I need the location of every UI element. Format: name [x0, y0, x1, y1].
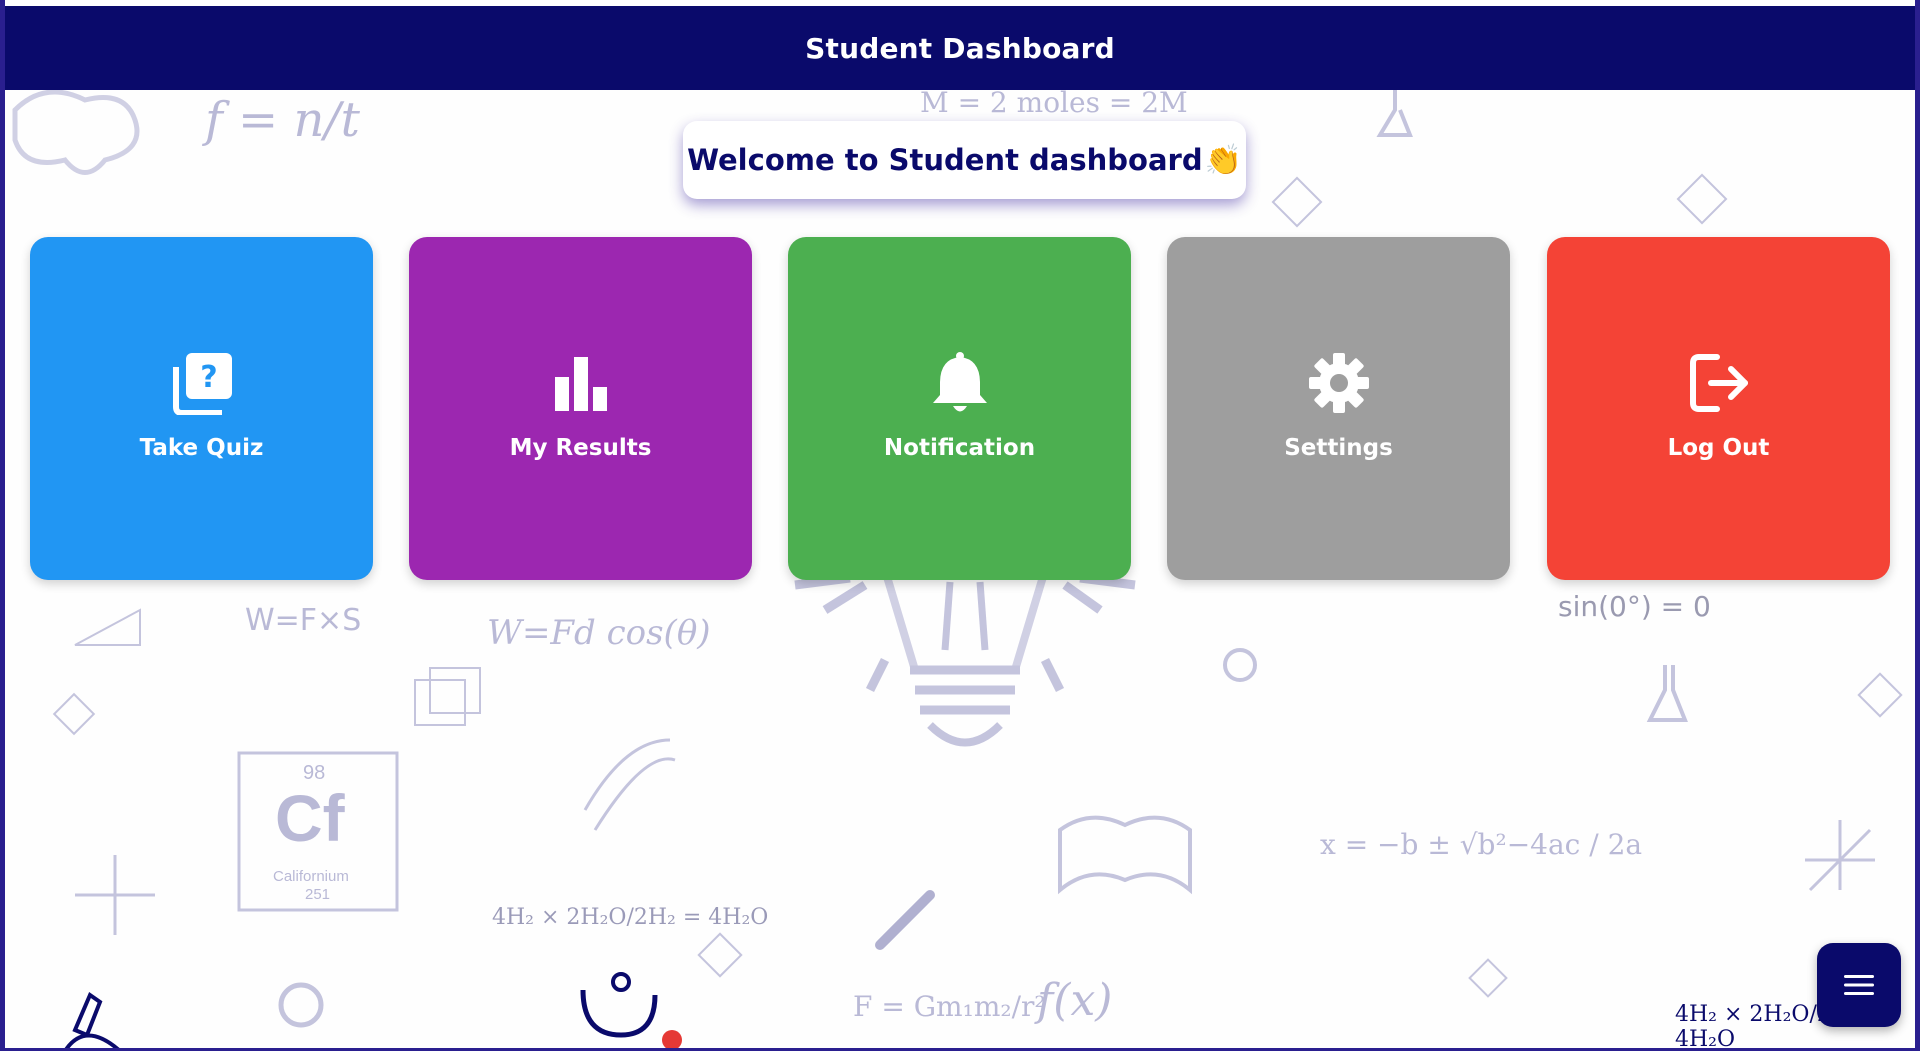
welcome-text: Welcome to Student dashboard: [687, 143, 1203, 177]
page-title: Student Dashboard: [805, 31, 1115, 65]
my-results-label: My Results: [509, 434, 652, 461]
app-frame: f = n/t M = 2 moles = 2M W=F×S W=Fd cos(…: [0, 0, 1920, 1051]
bell-icon: [928, 351, 992, 415]
element-symbol: Cf: [275, 781, 345, 855]
log-out-tile[interactable]: Log Out: [1547, 237, 1890, 580]
element-mass: 251: [305, 886, 331, 903]
bar-chart-icon: [549, 351, 613, 415]
formula-gravity: F = Gm₁m₂/r²: [853, 990, 1046, 1023]
log-out-label: Log Out: [1667, 434, 1770, 461]
formula-work-cos: W=Fd cos(θ): [487, 613, 711, 653]
logout-icon: [1687, 351, 1751, 415]
clapping-hands-icon: 👏: [1204, 142, 1242, 178]
formula-moles: M = 2 moles = 2M: [920, 86, 1188, 119]
element-name: Californium: [273, 868, 349, 885]
quiz-icon: ?: [170, 351, 234, 415]
gear-icon: [1307, 351, 1371, 415]
element-number: 98: [303, 762, 326, 784]
my-results-tile[interactable]: My Results: [409, 237, 752, 580]
formula-water: 4H₂ × 2H₂O/2H₂ = 4H₂O: [492, 905, 769, 930]
top-header: Student Dashboard: [5, 6, 1915, 90]
menu-button[interactable]: [1817, 943, 1901, 1027]
formula-fx: f(x): [1037, 975, 1113, 1026]
formula-f-n-t: f = n/t: [205, 92, 360, 148]
settings-tile[interactable]: Settings: [1167, 237, 1510, 580]
settings-label: Settings: [1284, 434, 1393, 461]
menu-icon: [1844, 975, 1874, 995]
welcome-card: Welcome to Student dashboard 👏: [683, 121, 1246, 199]
formula-sin: sin(0°) = 0: [1558, 590, 1711, 623]
notification-tile[interactable]: Notification: [788, 237, 1131, 580]
formula-quadratic: x = −b ± √b²−4ac / 2a: [1320, 828, 1643, 861]
formula-work: W=F×S: [245, 603, 362, 638]
take-quiz-tile[interactable]: ? Take Quiz: [30, 237, 373, 580]
take-quiz-label: Take Quiz: [139, 434, 264, 461]
notification-label: Notification: [883, 434, 1036, 461]
svg-text:?: ?: [200, 360, 217, 395]
